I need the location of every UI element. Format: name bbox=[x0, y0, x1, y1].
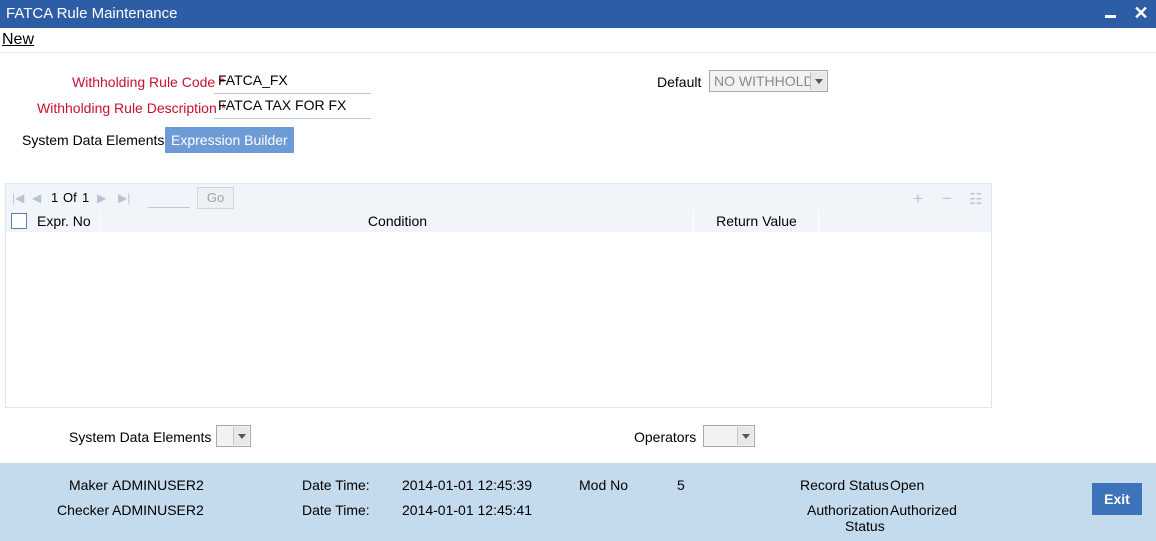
operators-label: Operators bbox=[634, 429, 697, 445]
delete-row-icon[interactable]: − bbox=[942, 189, 952, 209]
exit-button[interactable]: Exit bbox=[1092, 483, 1142, 515]
page-number-input[interactable] bbox=[148, 188, 190, 208]
record-status-label: Record Status bbox=[800, 477, 889, 493]
window-title: FATCA Rule Maintenance bbox=[6, 5, 178, 22]
minimize-icon[interactable] bbox=[1100, 3, 1120, 23]
select-all-checkbox[interactable] bbox=[11, 213, 27, 229]
mod-no-value: 5 bbox=[677, 477, 685, 493]
authorization-status-value: Authorized bbox=[890, 502, 957, 518]
chevron-down-icon bbox=[810, 72, 826, 90]
record-status-value: Open bbox=[890, 477, 925, 493]
chevron-down-icon bbox=[737, 427, 753, 445]
maker-value: ADMINUSER2 bbox=[112, 477, 204, 493]
rule-description-label: Withholding Rule Description * bbox=[37, 100, 227, 116]
first-page-icon[interactable]: |◀ bbox=[12, 191, 24, 205]
rule-description-field[interactable]: FATCA TAX FOR FX bbox=[214, 95, 371, 119]
grid-toolbar: |◀ ◀ 1 Of 1 ▶ ▶| Go + − ☷ bbox=[6, 184, 991, 211]
page-of-label: Of bbox=[63, 190, 77, 205]
system-data-elements-label: System Data Elements bbox=[69, 429, 212, 445]
window-titlebar: FATCA Rule Maintenance ✕ bbox=[0, 0, 1156, 28]
maker-datetime-value: 2014-01-01 12:45:39 bbox=[402, 477, 532, 493]
checker-datetime-value: 2014-01-01 12:45:41 bbox=[402, 502, 532, 518]
chevron-down-icon bbox=[233, 427, 249, 445]
page-total: 1 bbox=[82, 190, 90, 205]
audit-footer: Maker ADMINUSER2 Checker ADMINUSER2 Date… bbox=[0, 463, 1156, 541]
maker-datetime-label: Date Time: bbox=[302, 477, 370, 493]
column-expr-no-label: Expr. No bbox=[37, 213, 91, 229]
tab-expression-builder[interactable]: Expression Builder bbox=[165, 127, 294, 153]
rule-code-label: Withholding Rule Code * bbox=[72, 74, 225, 90]
new-link[interactable]: New bbox=[2, 31, 34, 49]
checker-label: Checker bbox=[57, 502, 110, 518]
column-return-value: Return Value bbox=[695, 211, 819, 232]
go-button[interactable]: Go bbox=[197, 187, 234, 209]
authorization-status-label-line2: Status bbox=[845, 518, 885, 534]
grid-header: Expr. No Condition Return Value bbox=[6, 211, 991, 232]
maker-label: Maker bbox=[69, 477, 108, 493]
default-select-value: NO WITHHOLD bbox=[714, 73, 814, 89]
list-view-icon[interactable]: ☷ bbox=[969, 190, 982, 208]
default-label: Default bbox=[657, 74, 702, 90]
tab-system-data-elements[interactable]: System Data Elements bbox=[16, 127, 170, 153]
menu-bar: New bbox=[0, 28, 1156, 53]
rule-code-field[interactable]: FATCA_FX bbox=[214, 70, 371, 94]
default-select[interactable]: NO WITHHOLD bbox=[709, 70, 828, 92]
next-page-icon[interactable]: ▶ bbox=[97, 191, 106, 205]
grid-body bbox=[6, 232, 991, 407]
previous-page-icon[interactable]: ◀ bbox=[32, 191, 41, 205]
page-current: 1 bbox=[51, 190, 59, 205]
column-expr-no: Expr. No bbox=[6, 211, 100, 232]
mod-no-label: Mod No bbox=[579, 477, 629, 493]
expression-grid: |◀ ◀ 1 Of 1 ▶ ▶| Go + − ☷ Expr. No Condi… bbox=[5, 183, 992, 408]
authorization-status-label-line1: Authorization bbox=[807, 502, 889, 518]
checker-value: ADMINUSER2 bbox=[112, 502, 204, 518]
system-data-elements-select[interactable] bbox=[216, 425, 251, 447]
column-condition: Condition bbox=[102, 211, 694, 232]
checker-datetime-label: Date Time: bbox=[302, 502, 370, 518]
add-row-icon[interactable]: + bbox=[913, 189, 923, 209]
close-icon[interactable]: ✕ bbox=[1131, 3, 1151, 23]
operators-select[interactable] bbox=[703, 425, 755, 447]
last-page-icon[interactable]: ▶| bbox=[118, 191, 130, 205]
